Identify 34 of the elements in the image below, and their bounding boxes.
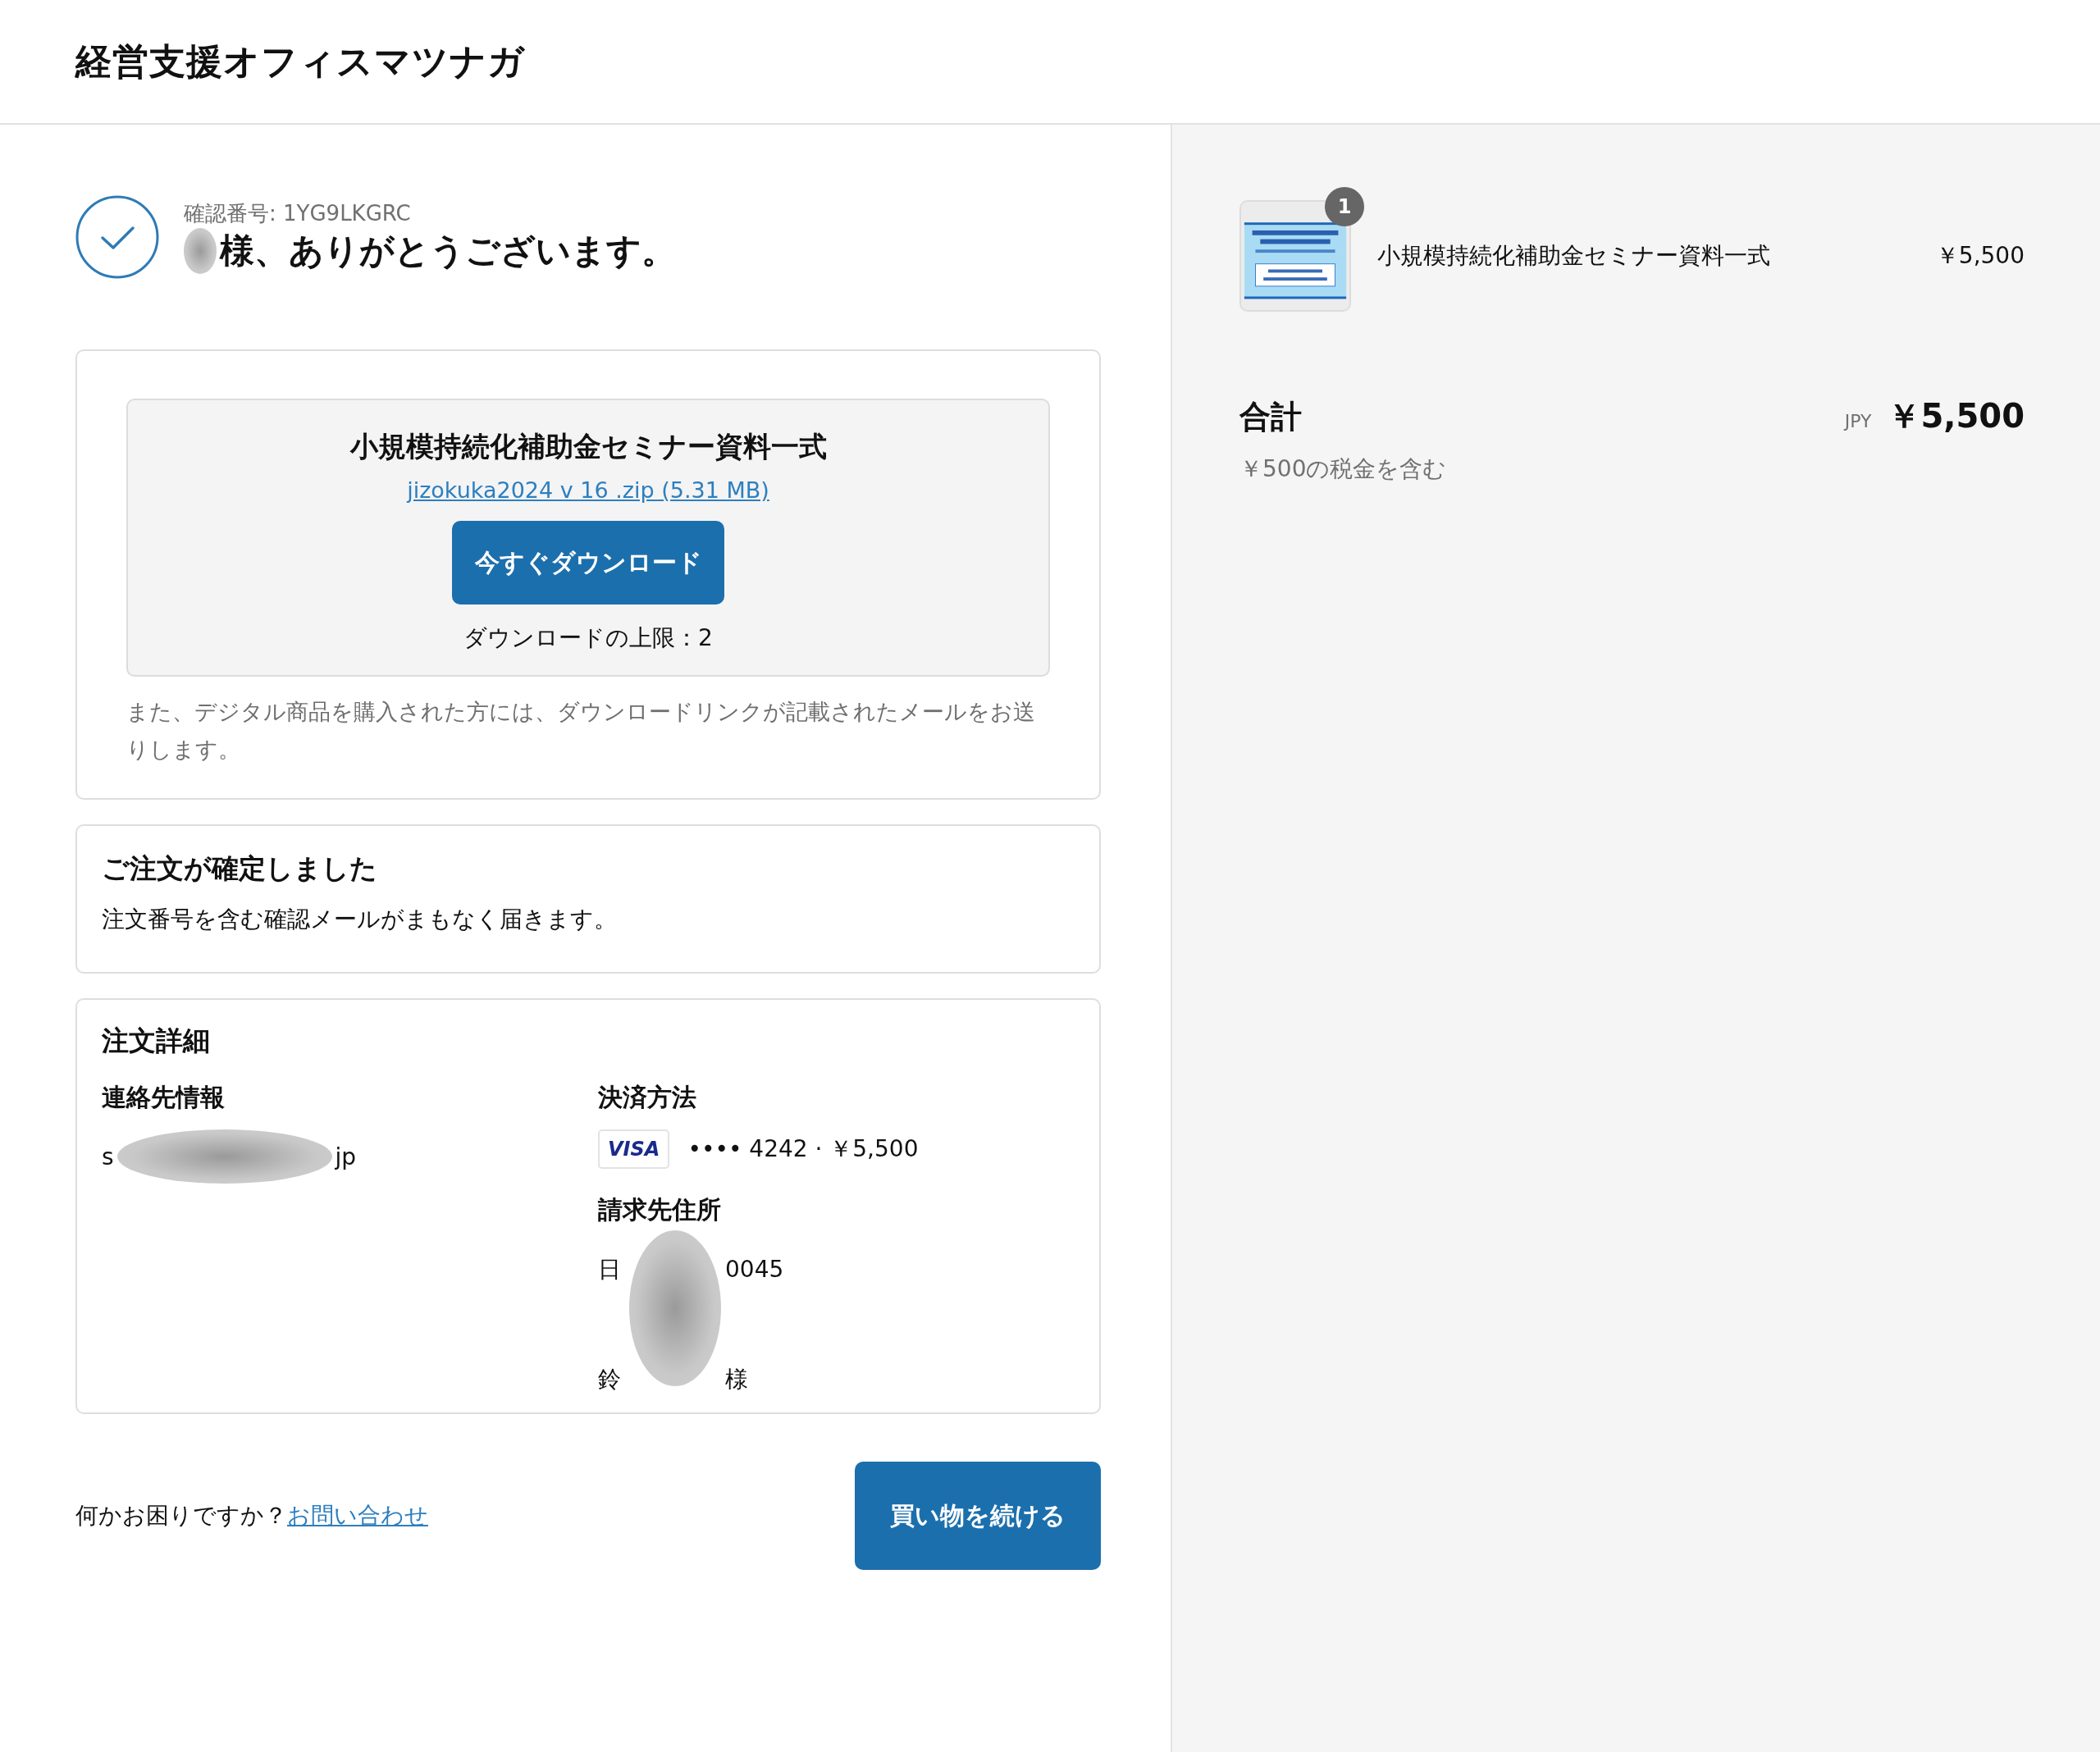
contact-label: 連絡先情報 <box>102 1082 226 1113</box>
thank-you-heading: 様、ありがとうございます。 <box>220 230 676 272</box>
payment-label: 決済方法 <box>598 1082 697 1113</box>
check-circle-icon <box>75 195 159 279</box>
payment-summary: •••• 4242 · ￥5,500 <box>687 1134 919 1164</box>
item-name: 小規模持続化補助金セミナー資料一式 <box>1377 241 1771 271</box>
confirmation-message: 注文番号を含む確認メールがまもなく届きます。 <box>102 905 618 934</box>
confirmation-number: 確認番号: 1YG9LKGRC <box>184 200 412 226</box>
address-fragment: 鈴 <box>598 1364 622 1394</box>
contact-link[interactable]: お問い合わせ <box>287 1502 428 1529</box>
quantity-badge: 1 <box>1325 187 1364 226</box>
redaction-blur <box>184 228 217 274</box>
address-fragment: 日 <box>598 1254 622 1284</box>
billing-label: 請求先住所 <box>598 1194 722 1225</box>
total-amount: ￥5,500 <box>1888 396 2025 436</box>
help-text: 何かお困りですか？お問い合わせ <box>75 1501 428 1531</box>
file-link[interactable]: jizokuka2024 v 16 .zip (5.31 MB) <box>407 477 769 503</box>
order-details-heading: 注文詳細 <box>102 1024 211 1058</box>
order-confirmed-heading: ご注文が確定しました <box>102 851 378 886</box>
address-fragment: 様 <box>725 1364 748 1394</box>
continue-shopping-button[interactable]: 買い物を続ける <box>855 1462 1101 1570</box>
address-fragment: 0045 <box>725 1256 784 1283</box>
total-label: 合計 <box>1239 398 1303 436</box>
item-price: ￥5,500 <box>1935 241 2025 271</box>
shop-name: 経営支援オフィスマツナガ <box>75 39 525 84</box>
product-title: 小規模持続化補助金セミナー資料一式 <box>349 429 827 464</box>
download-note: また、デジタル商品を購入された方には、ダウンロードリンクが記載されたメールをお送りします。 <box>126 698 1036 764</box>
email-fragment: jp <box>335 1143 357 1170</box>
tax-note: ￥500の税金を含む <box>1239 454 1448 484</box>
download-limit: ダウンロードの上限：2 <box>463 623 713 653</box>
download-button[interactable]: 今すぐダウンロード <box>452 521 724 605</box>
currency-code: JPY <box>1844 411 1872 431</box>
email-fragment: s <box>102 1143 114 1170</box>
card-brand-logo: VISA <box>598 1129 670 1169</box>
